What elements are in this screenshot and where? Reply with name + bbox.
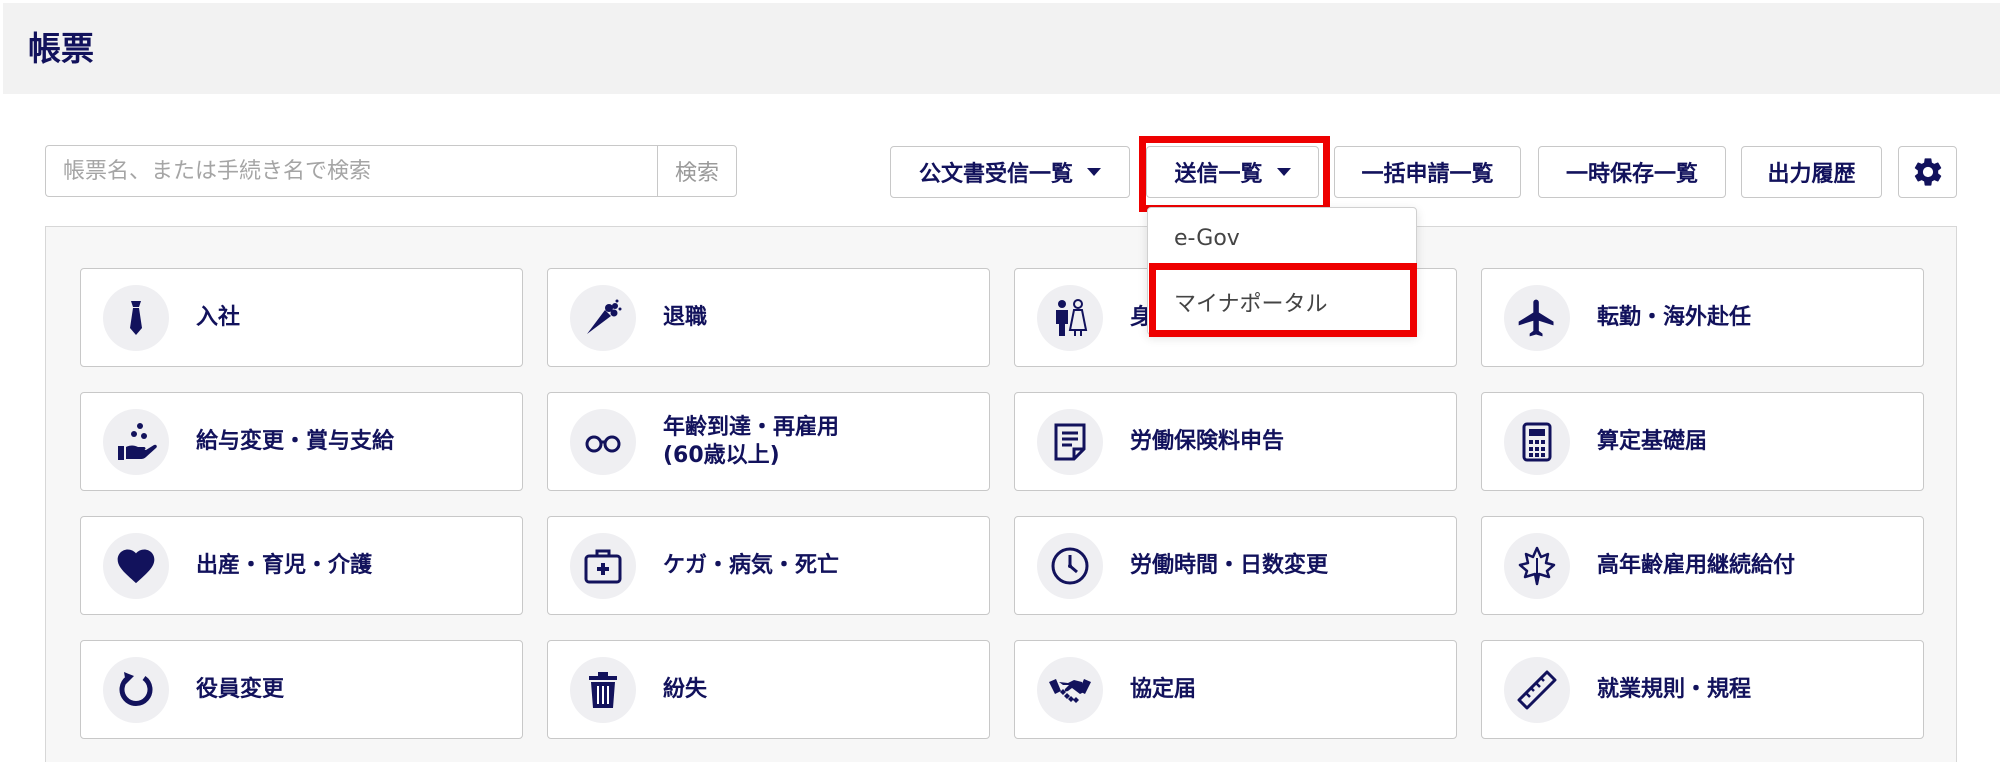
card-label: 出産・育児・介護: [196, 552, 373, 578]
card-childbirth-care[interactable]: 出産・育児・介護: [80, 516, 523, 615]
card-label: 労働時間・日数変更: [1130, 552, 1329, 578]
form-category-panel: 入社 退職 身 転勤・海外赴任 給与変更・賞与支給 年齢到達・再雇用 (60歳以…: [45, 226, 1957, 762]
settings-button[interactable]: [1898, 146, 1957, 198]
output-history-button[interactable]: 出力履歴: [1741, 146, 1882, 198]
necktie-icon: [130, 301, 142, 335]
card-transfer-overseas[interactable]: 転勤・海外赴任: [1481, 268, 1924, 367]
card-label: ケガ・病気・死亡: [663, 552, 840, 578]
card-label: 算定基礎届: [1597, 428, 1708, 454]
card-retirement[interactable]: 退職: [547, 268, 990, 367]
sent-list-dropdown: e-Gov マイナポータル: [1147, 207, 1417, 335]
card-elderly-employment[interactable]: 高年齢雇用継続給付: [1481, 516, 1924, 615]
card-loss[interactable]: 紛失: [547, 640, 990, 739]
ruler-icon: [1517, 670, 1557, 710]
card-label: 年齢到達・再雇用 (60歳以上): [663, 414, 840, 468]
refresh-icon: [119, 672, 153, 706]
sent-list-label: 送信一覧: [1174, 162, 1263, 187]
page-header: 帳票: [3, 3, 2000, 94]
gear-icon: [1914, 158, 1941, 186]
hand-coins-icon: [118, 423, 157, 460]
clock-icon: [1051, 547, 1089, 585]
search-bar: 検索: [45, 145, 737, 197]
received-list-label: 公文書受信一覧: [918, 162, 1073, 187]
search-input[interactable]: [45, 145, 657, 197]
handshake-icon: [1049, 679, 1091, 703]
card-standard-remuneration[interactable]: 算定基礎届: [1481, 392, 1924, 491]
document-icon: [1054, 423, 1086, 461]
card-label: 協定届: [1130, 676, 1197, 702]
heart-icon: [117, 549, 155, 584]
maple-leaf-icon: [1518, 546, 1556, 586]
received-list-button[interactable]: 公文書受信一覧: [890, 146, 1130, 198]
card-label: 退職: [663, 304, 708, 330]
bouquet-icon: [587, 299, 622, 334]
wedding-couple-icon: [1056, 299, 1088, 336]
card-work-rules[interactable]: 就業規則・規程: [1481, 640, 1924, 739]
card-working-hours[interactable]: 労働時間・日数変更: [1014, 516, 1457, 615]
search-button[interactable]: 検索: [657, 145, 737, 197]
dropdown-item-e-gov[interactable]: e-Gov: [1174, 226, 1240, 251]
card-label: 転勤・海外赴任: [1597, 304, 1752, 330]
dropdown-item-mynaportal[interactable]: マイナポータル: [1174, 286, 1328, 318]
airplane-icon: [1518, 299, 1554, 337]
card-label: 役員変更: [196, 676, 285, 702]
sent-list-button[interactable]: 送信一覧: [1146, 146, 1319, 198]
card-label: 高年齢雇用継続給付: [1597, 552, 1796, 578]
temporary-save-list-button[interactable]: 一時保存一覧: [1538, 146, 1726, 198]
card-label: 給与変更・賞与支給: [196, 428, 395, 454]
card-label: 入社: [196, 304, 241, 330]
card-executive-change[interactable]: 役員変更: [80, 640, 523, 739]
card-injury-illness-death[interactable]: ケガ・病気・死亡: [547, 516, 990, 615]
card-salary-bonus[interactable]: 給与変更・賞与支給: [80, 392, 523, 491]
first-aid-kit-icon: [584, 549, 622, 584]
card-labor-insurance[interactable]: 労働保険料申告: [1014, 392, 1457, 491]
card-label: 労働保険料申告: [1130, 428, 1285, 454]
calculator-icon: [1522, 422, 1552, 462]
card-joining[interactable]: 入社: [80, 268, 523, 367]
page-title: 帳票: [28, 29, 94, 68]
card-age-reemployment[interactable]: 年齢到達・再雇用 (60歳以上): [547, 392, 990, 491]
bulk-application-list-button[interactable]: 一括申請一覧: [1334, 146, 1521, 198]
card-label: 紛失: [663, 676, 708, 702]
glasses-icon: [585, 435, 621, 453]
chevron-down-icon: [1087, 168, 1101, 176]
card-agreement-notice[interactable]: 協定届: [1014, 640, 1457, 739]
card-label: 就業規則・規程: [1597, 676, 1752, 702]
chevron-down-icon: [1276, 168, 1291, 176]
trash-icon: [589, 672, 617, 708]
